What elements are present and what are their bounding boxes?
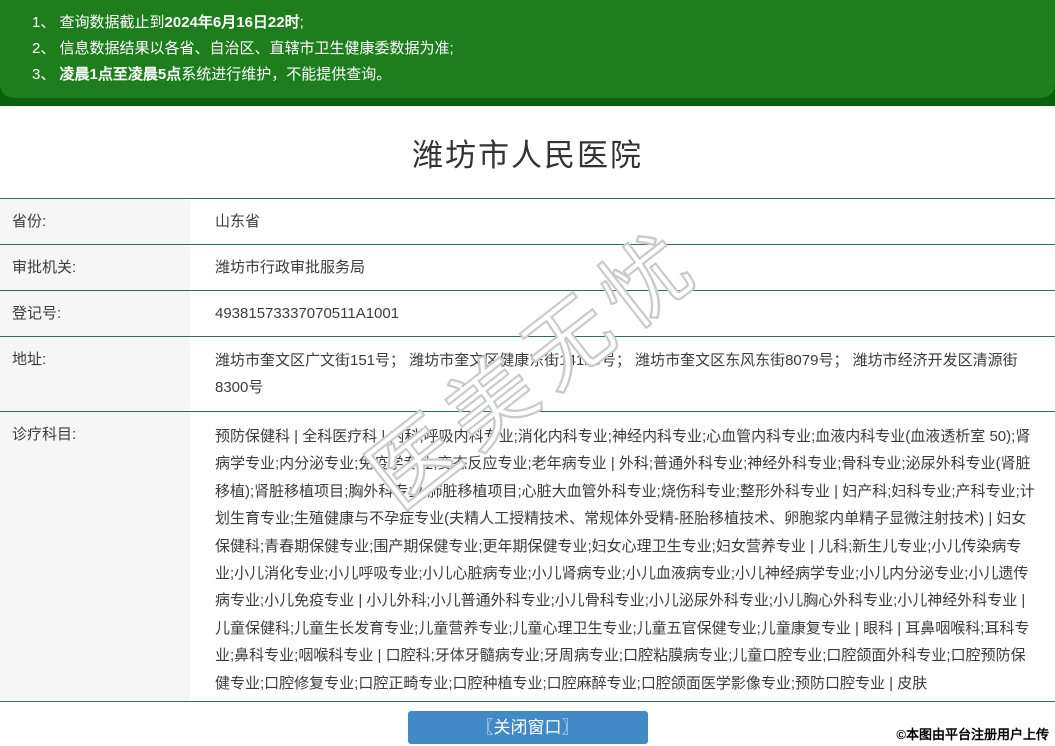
row-value-approval-authority: 潍坊市行政审批服务局 — [190, 245, 1055, 290]
notice-text: ; — [300, 14, 304, 31]
notice-text: 信息数据结果以各省、自治区、直辖市卫生健康委数据为准; — [60, 40, 454, 57]
row-label-address: 地址: — [0, 337, 190, 411]
row-value-departments: 预防保健科 | 全科医疗科 | 内科;呼吸内科专业;消化内科专业;神经内科专业;… — [190, 412, 1055, 701]
query-result-page: 1、 查询数据截止到2024年6月16日22时; 2、 信息数据结果以各省、自治… — [0, 0, 1055, 746]
table-row: 诊疗科目: 预防保健科 | 全科医疗科 | 内科;呼吸内科专业;消化内科专业;神… — [0, 411, 1055, 701]
upload-credit: ©本图由平台注册用户上传 — [896, 724, 1049, 743]
notice-banner: 1、 查询数据截止到2024年6月16日22时; 2、 信息数据结果以各省、自治… — [0, 0, 1055, 106]
notice-number: 2、 — [32, 40, 60, 57]
row-value-registration-number: 49381573337070511A1001 — [190, 291, 1055, 336]
notice-line-3: 3、 凌晨1点至凌晨5点系统进行维护，不能提供查询。 — [32, 62, 1035, 88]
notice-bold-text: 凌晨1点至凌晨5点 — [60, 66, 182, 83]
table-row: 审批机关: 潍坊市行政审批服务局 — [0, 244, 1055, 290]
notice-number: 3、 — [32, 66, 60, 83]
row-label-province: 省份: — [0, 199, 190, 244]
table-row: 省份: 山东省 — [0, 198, 1055, 244]
hospital-detail-table: 省份: 山东省 审批机关: 潍坊市行政审批服务局 登记号: 4938157333… — [0, 198, 1055, 702]
close-window-button[interactable]: 〖关闭窗口〗 — [408, 711, 648, 744]
row-label-approval-authority: 审批机关: — [0, 245, 190, 290]
notice-text: 查询数据截止到 — [60, 14, 165, 31]
row-value-address: 潍坊市奎文区广文街151号； 潍坊市奎文区健康东街14126号； 潍坊市奎文区东… — [190, 337, 1055, 411]
row-value-province: 山东省 — [190, 199, 1055, 244]
table-row: 地址: 潍坊市奎文区广文街151号； 潍坊市奎文区健康东街14126号； 潍坊市… — [0, 336, 1055, 411]
notice-line-2: 2、 信息数据结果以各省、自治区、直辖市卫生健康委数据为准; — [32, 36, 1035, 62]
row-label-departments: 诊疗科目: — [0, 412, 190, 701]
notice-number: 1、 — [32, 14, 60, 31]
notice-banner-inner: 1、 查询数据截止到2024年6月16日22时; 2、 信息数据结果以各省、自治… — [0, 0, 1055, 98]
notice-line-1: 1、 查询数据截止到2024年6月16日22时; — [32, 10, 1035, 36]
row-label-registration-number: 登记号: — [0, 291, 190, 336]
title-spacer — [0, 178, 1055, 198]
page-title: 潍坊市人民医院 — [0, 134, 1055, 178]
notice-bold-text: 2024年6月16日22时 — [165, 14, 300, 31]
departments-text: 预防保健科 | 全科医疗科 | 内科;呼吸内科专业;消化内科专业;神经内科专业;… — [215, 423, 1035, 697]
notice-text: 系统进行维护，不能提供查询。 — [181, 66, 391, 83]
table-row: 登记号: 49381573337070511A1001 — [0, 290, 1055, 336]
